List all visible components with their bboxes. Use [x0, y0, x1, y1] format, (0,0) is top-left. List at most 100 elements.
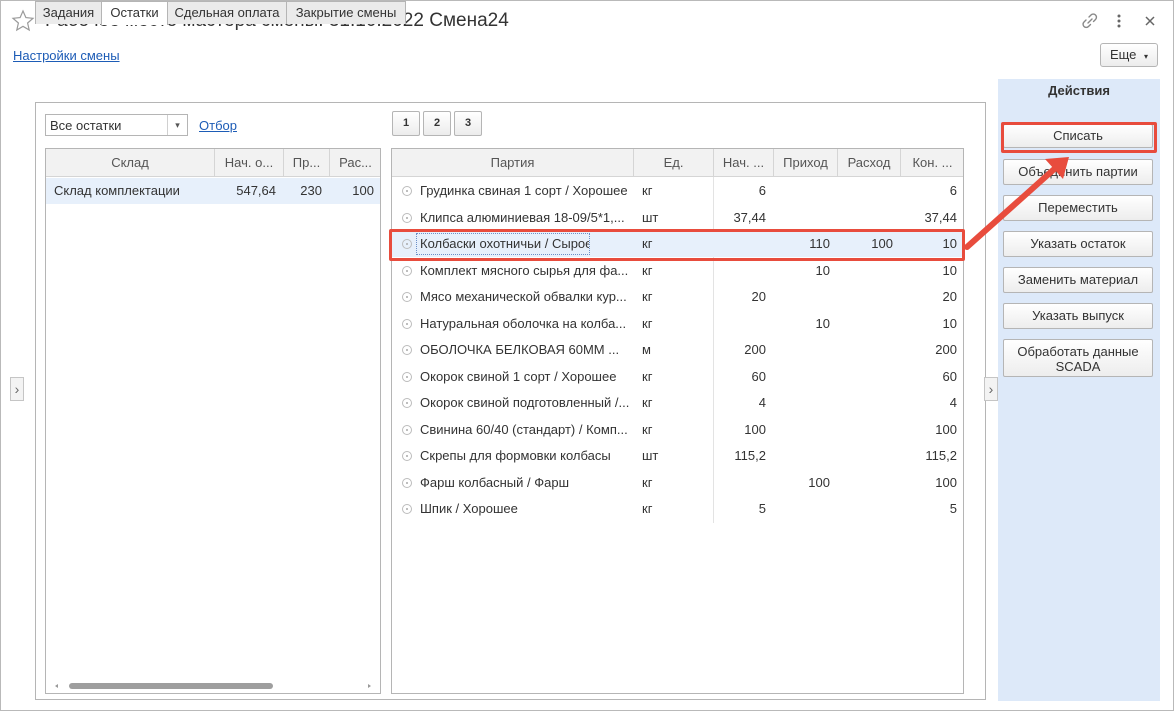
batch-name: Натуральная оболочка на колба... [420, 315, 627, 331]
replace-material-button[interactable]: Заменить материал [1003, 267, 1153, 293]
batch-name: Свинина 60/40 (стандарт) / Комп... [420, 421, 628, 437]
batch-start: 60 [751, 368, 766, 384]
warehouse-name: Склад комплектации [54, 183, 180, 198]
expand-row-icon[interactable] [402, 424, 412, 435]
table-row[interactable]: Мясо механической обвалки кур... кг 20 20 [392, 284, 963, 310]
write-off-highlight [1001, 122, 1157, 153]
balances-filter-select[interactable]: Все остатки ▾ [45, 114, 188, 136]
column-header[interactable]: Пр... [284, 149, 330, 177]
filter-link[interactable]: Отбор [199, 118, 237, 133]
table-row[interactable]: Окорок свиной подготовленный /... кг 4 4 [392, 390, 963, 416]
batch-start: 20 [751, 289, 766, 304]
page-button-3[interactable]: 3 [454, 111, 482, 136]
process-scada-button[interactable]: Обработать данные SCADA [1003, 339, 1153, 377]
expand-row-icon[interactable] [402, 212, 412, 223]
batch-name: Грудинка свиная 1 сорт / Хорошее [420, 183, 628, 198]
page-button-1[interactable]: 1 [392, 111, 420, 136]
batch-end: 37,44 [924, 209, 957, 225]
page-button-2[interactable]: 2 [423, 111, 451, 136]
star-icon[interactable] [11, 9, 35, 33]
expand-left-icon[interactable]: › [10, 377, 24, 401]
selected-row-highlight [389, 229, 965, 261]
table-row[interactable]: Свинина 60/40 (стандарт) / Комп... кг 100 1… [392, 417, 963, 443]
column-header[interactable]: Расход [838, 149, 901, 177]
batch-out [838, 205, 901, 231]
batch-unit: кг [642, 395, 653, 410]
batch-end: 100 [935, 474, 957, 490]
batch-out [838, 258, 901, 284]
expand-row-icon[interactable] [402, 371, 412, 382]
warehouse-start: 547,64 [236, 183, 276, 198]
set-output-button[interactable]: Указать выпуск [1003, 303, 1153, 329]
column-header[interactable]: Нач. ... [714, 149, 774, 177]
batch-end: 4 [949, 395, 957, 410]
table-row[interactable]: Комплект мясного сырья для фа... кг 10 10 [392, 258, 963, 284]
table-row[interactable]: Натуральная оболочка на колба... кг 10 10 [392, 311, 963, 337]
column-header[interactable]: Ед. [634, 149, 714, 177]
batch-start: 200 [744, 342, 766, 357]
batch-end: 20 [942, 289, 957, 304]
batch-in: 10 [815, 315, 830, 331]
table-row[interactable]: Грудинка свиная 1 сорт / Хорошее кг 6 6 [392, 178, 963, 204]
expand-right-icon[interactable]: › [984, 377, 998, 401]
batch-out [838, 417, 901, 443]
batch-unit: шт [642, 209, 659, 225]
batch-unit: кг [642, 501, 653, 516]
expand-row-icon[interactable] [402, 345, 412, 355]
batch-start: 37,44 [733, 209, 766, 225]
batch-start: 6 [758, 183, 766, 198]
close-icon[interactable] [1140, 11, 1160, 31]
more-vertical-icon[interactable] [1109, 11, 1129, 31]
batch-in [774, 337, 838, 363]
table-row[interactable]: Скрепы для формовки колбасы шт 115,2 115,2 [392, 443, 963, 469]
chevron-down-icon: ▾ [167, 115, 187, 135]
column-header[interactable]: Кон. ... [901, 149, 963, 177]
column-header[interactable]: Рас... [330, 149, 380, 177]
batch-name: Окорок свиной 1 сорт / Хорошее [420, 368, 617, 384]
column-header[interactable]: Приход [774, 149, 838, 177]
batch-unit: кг [642, 368, 653, 384]
batch-in [774, 284, 838, 310]
batch-name: Комплект мясного сырья для фа... [420, 262, 629, 278]
expand-row-icon[interactable] [402, 186, 412, 196]
batch-in [774, 390, 838, 416]
expand-row-icon[interactable] [402, 398, 412, 408]
table-row[interactable]: ОБОЛОЧКА БЕЛКОВАЯ 60ММ ... м 200 200 [392, 337, 963, 363]
batch-in [774, 205, 838, 231]
horizontal-scrollbar[interactable] [51, 680, 375, 692]
expand-row-icon[interactable] [402, 265, 412, 276]
batch-out [838, 337, 901, 363]
batch-out [838, 311, 901, 337]
expand-row-icon[interactable] [402, 504, 412, 514]
tab-piecework-pay[interactable]: Сдельная оплата [167, 1, 287, 24]
batch-start [714, 311, 774, 337]
tab-close-shift[interactable]: Закрытие смены [286, 1, 406, 24]
expand-row-icon[interactable] [402, 477, 412, 488]
batch-end: 5 [949, 501, 957, 516]
batch-name: Шпик / Хорошее [420, 501, 518, 516]
tab-tasks[interactable]: Задания [35, 1, 102, 24]
batch-unit: кг [642, 289, 653, 304]
link-icon[interactable] [1080, 11, 1100, 31]
main-window: Рабочее место мастера смены: 31.10.2022 … [0, 0, 1174, 711]
expand-row-icon[interactable] [402, 318, 412, 329]
warehouse-in: 230 [300, 183, 322, 198]
table-row[interactable]: Склад комплектации 547,64 230 100 [46, 178, 380, 204]
batch-in [774, 178, 838, 204]
table-row[interactable]: Шпик / Хорошее кг 5 5 [392, 496, 963, 522]
more-button[interactable]: Еще ▾ [1100, 43, 1158, 67]
settings-link[interactable]: Настройки смены [13, 48, 120, 63]
expand-row-icon[interactable] [402, 292, 412, 302]
table-row[interactable]: Окорок свиной 1 сорт / Хорошее кг 60 60 [392, 364, 963, 390]
table-row[interactable]: Фарш колбасный / Фарш кг 100 100 [392, 470, 963, 496]
batch-name: Клипса алюминиевая 18-09/5*1,... [420, 209, 625, 225]
batch-start: 115,2 [734, 448, 766, 463]
column-header[interactable]: Склад [46, 149, 215, 177]
batch-unit: кг [642, 183, 653, 198]
column-header[interactable]: Партия [392, 149, 634, 177]
table-row[interactable]: Клипса алюминиевая 18-09/5*1,... шт 37,44 3… [392, 205, 963, 231]
tab-balances[interactable]: Остатки [101, 1, 168, 25]
column-header[interactable]: Нач. о... [215, 149, 284, 177]
batch-in: 10 [815, 262, 830, 278]
expand-row-icon[interactable] [402, 451, 412, 461]
